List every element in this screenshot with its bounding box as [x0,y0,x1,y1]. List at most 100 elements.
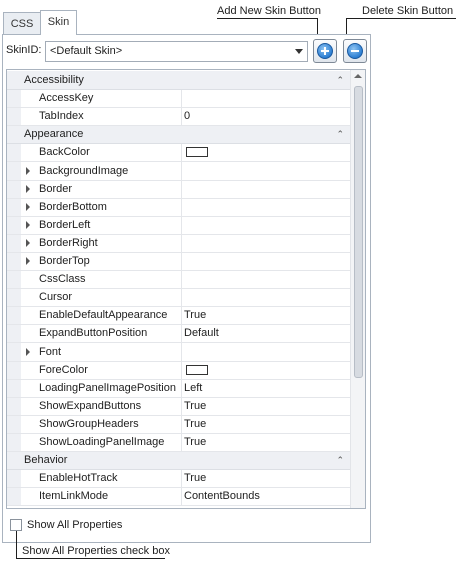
property-row[interactable]: ShowGroupHeaders True [7,414,350,434]
chevron-down-icon[interactable] [295,49,303,54]
property-row[interactable]: BackgroundImage [7,161,350,181]
scroll-up-icon[interactable] [354,74,362,78]
showall-callout-line-h [16,558,165,559]
color-swatch [186,364,208,375]
property-value[interactable] [181,143,350,162]
property-row[interactable]: AccessKey [7,89,350,109]
property-row[interactable]: Border [7,179,350,199]
property-row[interactable]: ForeColor [7,360,350,380]
vertical-scrollbar[interactable] [350,70,365,508]
property-name: BorderLeft [39,218,91,231]
showall-callout-line-v [16,531,17,559]
delete-callout-line-h [346,18,456,19]
property-value[interactable]: 0 [181,107,350,126]
property-grid: ItemLinkMode ContentBounds EnableHotTrack T… [6,69,366,509]
expand-arrow-icon[interactable] [26,166,30,175]
expand-arrow-icon[interactable] [26,238,30,247]
show-all-properties-checkbox[interactable] [10,519,22,531]
property-row[interactable]: ItemLinkMode ContentBounds [7,487,350,507]
property-value[interactable]: True [181,433,350,451]
property-name: ShowGroupHeaders [39,417,139,430]
property-value[interactable]: Left [181,378,350,397]
property-name: EnableDefaultAppearance [39,309,168,322]
property-row[interactable]: Cursor [7,288,350,308]
skin-id-label: SkinID: [6,44,42,56]
property-name: ShowExpandButtons [39,399,142,412]
property-name: BackColor [39,146,90,159]
category-name: Appearance [24,128,84,141]
property-name: BackgroundImage [39,164,129,177]
property-value[interactable] [181,179,350,198]
delete-skin-callout: Delete Skin Button [362,5,454,17]
property-row[interactable]: Font [7,342,350,362]
show-all-properties-label[interactable]: Show All Properties [27,519,122,531]
skin-id-combo[interactable]: <Default Skin> [45,41,308,62]
chevron-up-icon[interactable]: ⌃ [336,455,344,466]
property-row[interactable]: EnableDefaultAppearance True [7,306,350,326]
add-callout-line-h [217,18,317,19]
category-row[interactable]: Behavior ⌃ [7,451,350,471]
category-row[interactable]: Accessibility ⌃ [7,71,350,90]
property-name: TabIndex [39,110,84,123]
property-value[interactable]: True [181,396,350,415]
property-name: LoadingPanelImagePosition [39,381,176,394]
property-value[interactable] [181,270,350,289]
property-row[interactable]: LoadingPanelImagePosition Left [7,378,350,398]
property-row[interactable]: BorderBottom [7,197,350,217]
chevron-up-icon[interactable]: ⌃ [336,129,344,140]
property-name: Font [39,345,62,358]
tab-css[interactable]: CSS [3,12,41,34]
property-value[interactable] [181,252,350,270]
property-value[interactable] [181,342,350,361]
property-name: BorderRight [39,236,98,249]
property-value[interactable]: True [181,469,350,488]
property-row[interactable]: ExpandButtonPosition Default [7,324,350,344]
property-row[interactable]: ShowExpandButtons True [7,396,350,416]
property-row[interactable]: BackColor [7,143,350,163]
property-value[interactable] [181,288,350,307]
property-name: EnableHotTrack [39,472,118,485]
chevron-up-icon[interactable]: ⌃ [336,75,344,86]
property-name: BorderBottom [39,200,107,213]
property-name: ExpandButtonPosition [39,327,148,340]
scroll-thumb[interactable] [354,86,363,378]
tab-skin[interactable]: Skin [40,10,77,35]
property-value[interactable]: ContentBounds [181,487,350,506]
property-row[interactable]: BorderLeft [7,215,350,235]
property-row[interactable]: BorderRight [7,233,350,253]
property-value[interactable] [181,360,350,379]
property-value[interactable] [181,233,350,252]
property-value[interactable]: True [181,306,350,325]
property-value[interactable] [181,161,350,180]
expand-arrow-icon[interactable] [26,257,30,265]
property-name: ShowLoadingPanelImage [39,436,165,448]
property-name: BorderTop [39,255,90,267]
property-name: ForeColor [39,363,88,376]
property-value[interactable] [181,215,350,234]
property-row[interactable]: EnableHotTrack True [7,469,350,489]
category-row[interactable]: Appearance ⌃ [7,125,350,145]
expand-arrow-icon[interactable] [26,202,30,211]
property-name: CssClass [39,273,86,286]
show-all-callout: Show All Properties check box [22,545,170,557]
property-row[interactable]: CssClass [7,270,350,290]
property-row[interactable]: BorderTop [7,252,350,271]
add-skin-callout: Add New Skin Button [217,5,321,17]
property-name: Cursor [39,291,73,304]
expand-arrow-icon[interactable] [26,220,30,229]
delete-skin-button[interactable] [343,39,367,63]
property-value[interactable]: Default [181,324,350,343]
property-value[interactable] [181,89,350,108]
color-swatch [186,147,208,158]
expand-arrow-icon[interactable] [26,184,30,193]
category-name: Behavior [24,454,68,467]
property-value[interactable] [181,197,350,216]
property-value[interactable]: True [181,414,350,433]
property-name: AccessKey [39,92,94,105]
add-skin-button[interactable] [313,39,337,63]
property-row[interactable]: ShowLoadingPanelImage True [7,433,350,452]
property-name: Border [39,182,73,195]
expand-arrow-icon[interactable] [26,347,30,356]
skin-id-value: <Default Skin> [50,45,123,57]
property-row[interactable]: TabIndex 0 [7,107,350,127]
